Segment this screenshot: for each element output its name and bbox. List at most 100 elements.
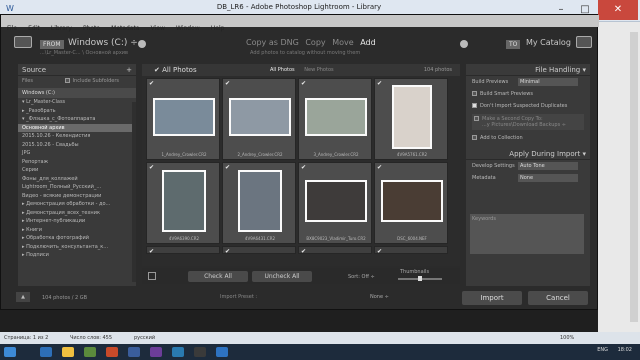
smart-previews-checkbox[interactable]: Build Smart Previews (466, 88, 590, 100)
folder-item[interactable]: 2015.10.26 - Келендистия (18, 132, 136, 141)
tab-new-photos[interactable]: New Photos (304, 67, 333, 73)
folder-item[interactable]: ▸ Демонстрация_всех_техник (18, 209, 136, 218)
app-icon[interactable] (172, 347, 184, 357)
tab-all-photos[interactable]: All Photos (270, 67, 295, 73)
photo-thumbnail[interactable] (381, 180, 443, 222)
folder-item[interactable]: ▸ Подключить_консультанта_к... (18, 243, 136, 252)
from-source-select[interactable]: Windows (C:) ÷ (68, 38, 138, 48)
photo-checkbox[interactable]: ✔ (149, 248, 154, 255)
photo-checkbox[interactable]: ✔ (149, 164, 154, 171)
folder-item[interactable]: Репортаж (18, 158, 136, 167)
photo-thumbnail[interactable] (305, 180, 367, 222)
photo-checkbox[interactable]: ✔ (149, 80, 154, 87)
document-scrollbar[interactable] (630, 32, 638, 322)
collapse-icon[interactable]: ▲ (16, 292, 30, 302)
app-icon[interactable] (128, 347, 140, 357)
photo-thumbnail[interactable] (153, 98, 215, 136)
include-subfolders-checkbox[interactable]: Include Subfolders (64, 78, 119, 84)
photo-checkbox[interactable]: ✔ (377, 248, 382, 255)
mode-move[interactable]: Move (332, 38, 353, 47)
folder-item[interactable]: Основной архив (18, 123, 136, 132)
tray-lang[interactable]: ENG (597, 347, 608, 353)
photo-cell[interactable]: ✔ (298, 246, 372, 255)
apply-during-import-header[interactable]: Apply During Import ▾ (466, 148, 590, 160)
photo-thumbnail[interactable] (238, 170, 282, 232)
photo-thumbnail[interactable] (229, 98, 291, 136)
tray-clock[interactable]: 18:02 (618, 347, 632, 353)
app-icon[interactable] (84, 347, 96, 357)
source-panel-header[interactable]: Source + (18, 64, 136, 76)
add-to-collection-checkbox[interactable]: Add to Collection (466, 132, 590, 144)
folder-item[interactable]: Серии (18, 166, 136, 175)
develop-settings-select[interactable]: Auto Tone (518, 162, 578, 170)
source-scrollbar[interactable] (132, 102, 136, 282)
folder-item[interactable]: ▸ Книги (18, 226, 136, 235)
add-icon[interactable]: + (126, 66, 132, 74)
build-previews-select[interactable]: Minimal (518, 78, 578, 86)
mode-add[interactable]: Add (360, 38, 376, 47)
thumbnail-slider-knob[interactable] (418, 276, 422, 281)
photo-checkbox[interactable]: ✔ (301, 164, 306, 171)
import-preset-select[interactable]: None ÷ (370, 294, 389, 300)
folder-item[interactable]: ▸ _Разобрать (18, 107, 136, 116)
photo-cell[interactable]: ✔ 1_Andrey_Crowler.CR2 (146, 78, 220, 160)
photo-checkbox[interactable]: ✔ (225, 164, 230, 171)
folder-item[interactable]: ▸ Подписи (18, 251, 136, 260)
lightroom-icon[interactable] (194, 347, 206, 357)
folder-item[interactable]: ▸ Демонстрация обработки - до... (18, 200, 136, 209)
explorer-icon[interactable] (62, 347, 74, 357)
folder-tree: ▾ Lr_Master-Class ▸ _Разобрать ▾ _Флэшка… (18, 98, 136, 260)
folder-item[interactable]: ▸ Обработка фотографий (18, 234, 136, 243)
arrow-right-icon (460, 40, 468, 48)
cancel-button[interactable]: Cancel (528, 291, 588, 305)
photo-thumbnail[interactable] (392, 85, 432, 149)
folder-item[interactable]: Фоны_для_коллажей (18, 175, 136, 184)
folder-item[interactable]: ▾ _Флэшка_с_Фотоаппарата (18, 115, 136, 124)
photo-cell[interactable]: ✔ (374, 246, 448, 255)
photo-cell[interactable]: ✔ 3_Andrey_Crowler.CR2 (298, 78, 372, 160)
photo-checkbox[interactable]: ✔ (377, 80, 382, 87)
sort-control[interactable]: Sort: Off ÷ (348, 274, 375, 280)
photo-checkbox[interactable]: ✔ (301, 248, 306, 255)
file-handling-header[interactable]: File Handling ▾ (466, 64, 590, 76)
app-icon[interactable] (150, 347, 162, 357)
develop-settings-row: Develop Settings Auto Tone (466, 160, 590, 172)
mode-hint: Add photos to catalog without moving the… (250, 50, 361, 56)
photo-checkbox[interactable]: ✔ (225, 248, 230, 255)
photo-cell[interactable]: ✔ (222, 246, 296, 255)
ie-icon[interactable] (40, 347, 52, 357)
photo-cell[interactable]: ✔ DSC_6004.NEF (374, 162, 448, 244)
source-panel: Source + Files Include Subfolders Window… (18, 64, 136, 286)
import-button[interactable]: Import (462, 291, 522, 305)
folder-item[interactable]: ▸ Интернет-публикации (18, 217, 136, 226)
photo-cell[interactable]: ✔ 4V9A5761.CR2 (374, 78, 448, 160)
keywords-field[interactable]: Keywords (470, 214, 584, 254)
folder-item[interactable]: ▾ Lr_Master-Class (18, 98, 136, 107)
folder-item[interactable]: Lightroom_Полный_Русский_... (18, 183, 136, 192)
photo-checkbox[interactable]: ✔ (225, 80, 230, 87)
dont-import-duplicates-checkbox[interactable]: Don't Import Suspected Duplicates (466, 100, 590, 112)
mode-copy[interactable]: Copy (305, 38, 325, 47)
photo-thumbnail[interactable] (162, 170, 206, 232)
start-icon[interactable] (4, 347, 16, 357)
photo-cell[interactable]: ✔ BX8C9023_Vladimir_Turo.CR2 (298, 162, 372, 244)
photo-cell[interactable]: ✔ (146, 246, 220, 255)
photo-thumbnail[interactable] (305, 98, 367, 136)
folder-item[interactable]: JPG (18, 149, 136, 158)
grid-view-icon[interactable] (148, 272, 156, 280)
folder-item[interactable]: 2015.10.26 - Свадьбы (18, 141, 136, 150)
metadata-select[interactable]: None (518, 174, 578, 182)
folder-item[interactable]: Видео - всякие демонстрации (18, 192, 136, 201)
word-icon[interactable] (216, 347, 228, 357)
photo-cell[interactable]: ✔ 4V9A6431.CR2 (222, 162, 296, 244)
check-all-button[interactable]: Check All (188, 271, 248, 282)
uncheck-all-button[interactable]: Uncheck All (252, 271, 312, 282)
drive-row[interactable]: Windows (C:) (18, 88, 136, 98)
mode-copy-dng[interactable]: Copy as DNG (246, 38, 299, 47)
photo-cell[interactable]: ✔ 2_Andrey_Crowler.CR2 (222, 78, 296, 160)
photo-checkbox[interactable]: ✔ (377, 164, 382, 171)
app-icon[interactable] (106, 347, 118, 357)
close-button[interactable]: ✕ (598, 0, 638, 20)
photo-checkbox[interactable]: ✔ (301, 80, 306, 87)
photo-cell[interactable]: ✔ 4V9A6390.CR2 (146, 162, 220, 244)
